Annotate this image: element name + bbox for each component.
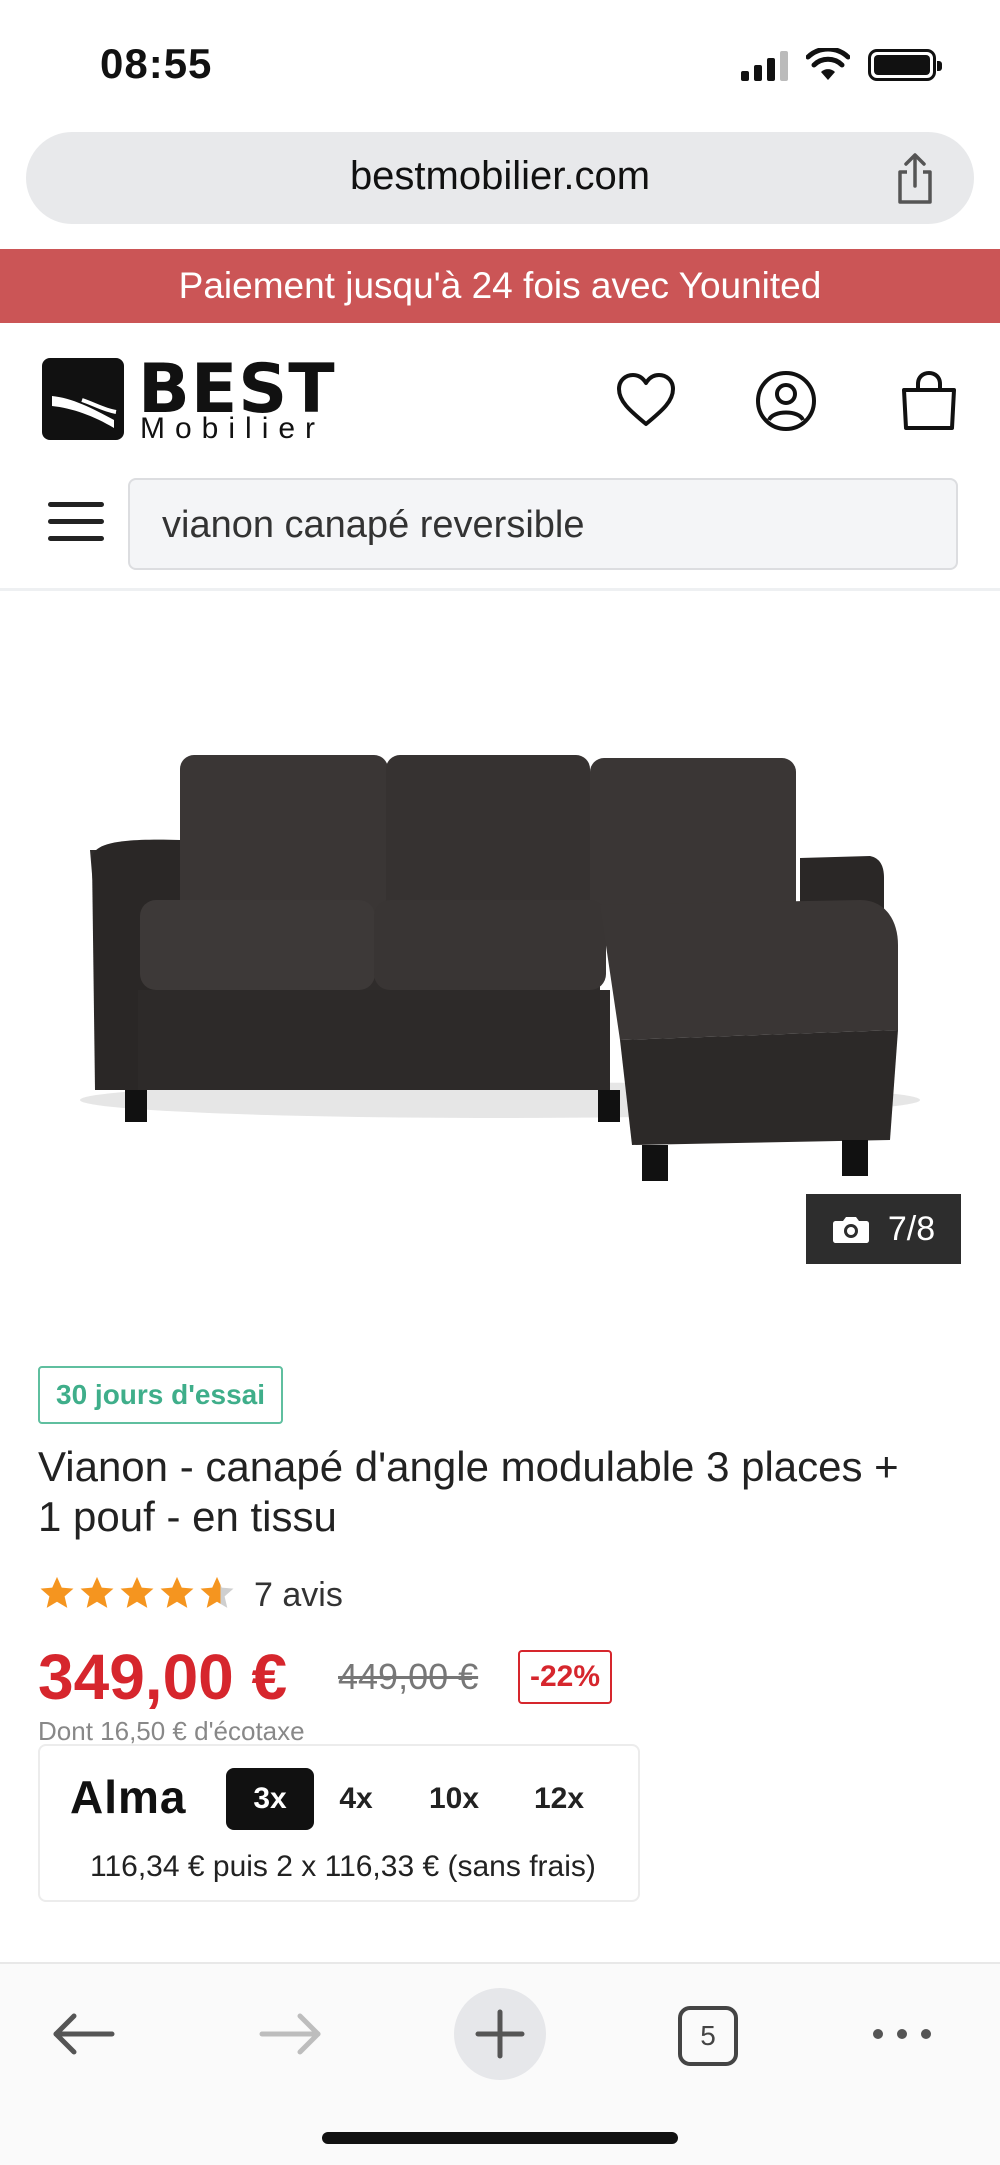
camera-icon [832, 1217, 869, 1243]
search-input-value: vianon canapé reversible [162, 504, 585, 546]
new-tab-button[interactable] [454, 1988, 546, 2080]
ecotax-note: Dont 16,50 € d'écotaxe [38, 1716, 305, 1746]
discount-badge: -22% [518, 1650, 613, 1704]
home-indicator [322, 2132, 678, 2144]
wifi-icon [806, 48, 850, 80]
current-price: 349,00 € [38, 1641, 288, 1713]
star-icon [160, 1576, 194, 1608]
account-user-icon[interactable] [755, 370, 817, 432]
url-text: bestmobilier.com [349, 154, 651, 198]
shopping-bag-icon[interactable] [898, 370, 960, 432]
status-bar: 08:55 [0, 0, 1000, 130]
photo-counter-text: 7/8 [887, 1209, 936, 1248]
battery-icon [868, 49, 942, 81]
forward-arrow-icon[interactable] [252, 2004, 332, 2064]
star-icon [80, 1576, 114, 1608]
reviews-count-link[interactable]: 7 avis [254, 1576, 343, 1615]
alma-option-12x[interactable]: 12x [515, 1768, 603, 1830]
alma-option-10x[interactable]: 10x [410, 1768, 498, 1830]
logo-mark-icon [42, 358, 124, 440]
status-icons [741, 48, 942, 82]
photo-counter-badge[interactable]: 7/8 [806, 1194, 961, 1264]
search-input[interactable]: vianon canapé reversible [128, 478, 958, 570]
status-time: 08:55 [100, 40, 213, 87]
tabs-count-button[interactable]: 5 [678, 2006, 738, 2066]
star-icon [120, 1576, 154, 1608]
share-icon[interactable] [890, 152, 940, 206]
promo-banner[interactable]: Paiement jusqu'à 24 fois avec Younited [0, 249, 1000, 323]
site-logo[interactable]: BEST Mobilier [42, 350, 342, 445]
alma-installment-detail: 116,34 € puis 2 x 116,33 € (sans frais) [90, 1850, 596, 1883]
logo-text-mobilier: Mobilier [140, 412, 326, 445]
alma-logo: Alma [70, 1771, 187, 1823]
hamburger-menu-icon[interactable] [48, 502, 104, 546]
alma-option-4x[interactable]: 4x [312, 1768, 400, 1830]
product-title: Vianon - canapé d'angle modulable 3 plac… [38, 1443, 899, 1540]
trial-badge: 30 jours d'essai [38, 1366, 283, 1424]
more-options-icon[interactable] [862, 2004, 942, 2064]
address-bar[interactable]: bestmobilier.com [26, 132, 974, 224]
rating-stars[interactable] [38, 1574, 236, 1612]
alma-payment-widget[interactable]: Alma 3x 4x 10x 12x 116,34 € puis 2 x 116… [38, 1744, 640, 1902]
cellular-signal-icon [741, 49, 788, 81]
back-arrow-icon[interactable] [42, 2004, 122, 2064]
half-star-icon [200, 1576, 234, 1608]
header-divider [0, 588, 1000, 591]
old-price: 449,00 € [338, 1656, 479, 1697]
plus-icon [475, 2009, 525, 2059]
wishlist-heart-icon[interactable] [615, 370, 677, 432]
alma-option-3x[interactable]: 3x [226, 1768, 314, 1830]
star-icon [40, 1576, 74, 1608]
